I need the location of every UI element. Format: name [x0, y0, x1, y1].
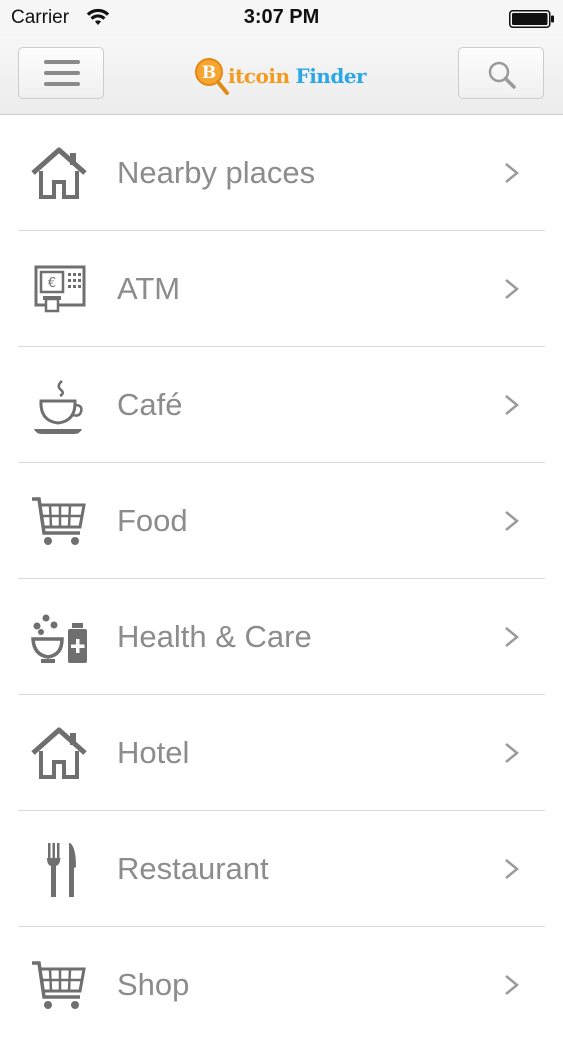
list-item-restaurant[interactable]: Restaurant [0, 811, 563, 927]
menu-button[interactable] [18, 47, 104, 99]
chevron-right-icon [503, 161, 521, 190]
list-item-health-care[interactable]: Health & Care [0, 579, 563, 695]
svg-text:€: € [48, 276, 56, 291]
house-icon [30, 725, 88, 783]
chevron-right-icon [503, 277, 521, 306]
chevron-right-icon [503, 741, 521, 770]
list-item-atm[interactable]: € ATM [0, 231, 563, 347]
health-care-icon [30, 609, 88, 667]
shopping-cart-icon [30, 493, 88, 551]
house-icon [30, 145, 88, 203]
chevron-right-icon [503, 973, 521, 1002]
logo-text-finder: Finder [295, 64, 367, 88]
clock: 3:07 PM [243, 6, 320, 28]
chevron-right-icon [503, 393, 521, 422]
list-item-label: Café [117, 387, 183, 422]
list-item-label: Hotel [117, 735, 190, 770]
coffee-cup-icon [30, 377, 88, 435]
atm-icon: € [30, 261, 88, 319]
shopping-cart-icon [30, 957, 88, 1015]
list-item-cafe[interactable]: Café [0, 347, 563, 463]
list-item-label: Shop [117, 967, 190, 1002]
list-item-label: Nearby places [117, 155, 316, 190]
search-button[interactable] [458, 47, 544, 99]
logo-text-bitcoin: itcoin [228, 64, 290, 88]
list-item-food[interactable]: Food [0, 463, 563, 579]
chevron-right-icon [503, 857, 521, 886]
search-icon [487, 60, 517, 95]
svg-text:B: B [202, 63, 216, 83]
app-logo: B itcoin Finder [194, 56, 367, 96]
list-item-nearby-places[interactable]: Nearby places [0, 115, 563, 231]
list-item-label: Restaurant [117, 851, 269, 886]
chevron-right-icon [503, 625, 521, 654]
fork-knife-icon [30, 841, 88, 899]
list-item-shop[interactable]: Shop [0, 927, 563, 1043]
list-item-label: ATM [117, 271, 181, 306]
hamburger-icon [44, 60, 80, 93]
category-list: Nearby places € ATM Café Food Health & C… [0, 115, 563, 1043]
list-item-label: Food [117, 503, 188, 538]
list-item-hotel[interactable]: Hotel [0, 695, 563, 811]
list-item-label: Health & Care [117, 619, 312, 654]
navigation-bar: B itcoin Finder [0, 36, 563, 115]
status-bar: Carrier 3:07 PM [0, 0, 563, 36]
chevron-right-icon [503, 509, 521, 538]
battery-icon [509, 10, 555, 33]
bitcoin-magnifier-icon: B [194, 56, 229, 96]
